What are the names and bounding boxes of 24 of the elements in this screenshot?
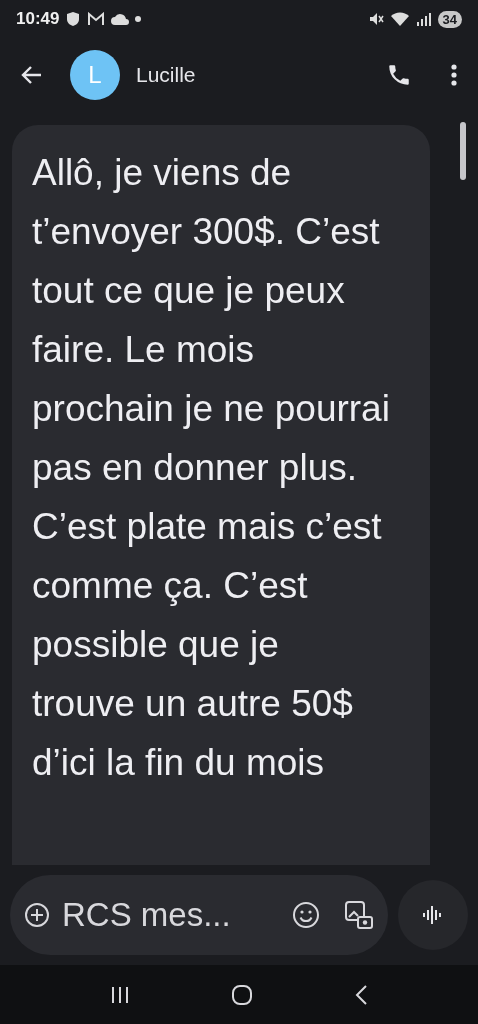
- mail-icon: [87, 12, 106, 26]
- waveform-icon: [422, 904, 444, 926]
- battery-level: 34: [437, 10, 462, 28]
- mute-icon: [367, 11, 384, 27]
- signal-icon: [415, 11, 432, 27]
- cloud-icon: [111, 13, 130, 25]
- add-icon[interactable]: [24, 902, 50, 928]
- phone-icon[interactable]: [386, 62, 412, 88]
- wifi-icon: [389, 11, 410, 27]
- more-icon[interactable]: [450, 63, 458, 87]
- contact-name: Lucille: [136, 63, 197, 87]
- back-nav-icon[interactable]: [353, 983, 368, 1006]
- clock: 10:49: [16, 9, 60, 29]
- contact-avatar[interactable]: L: [70, 50, 120, 100]
- message-field[interactable]: RCS mes...: [10, 875, 388, 955]
- home-icon[interactable]: [231, 983, 253, 1006]
- gallery-icon[interactable]: [344, 900, 374, 930]
- recents-icon[interactable]: [110, 985, 131, 1004]
- dot-icon: [135, 16, 142, 22]
- message-input[interactable]: RCS mes...: [60, 895, 282, 935]
- shield-icon: [65, 11, 82, 27]
- message-bubble: Allô, je viens de t’envoyer 300$. C’est tout ce que je peux faire. Le mois prochain je ne pourrai pas en donner plus. C’est plate mais c’est comme ça. C’est possible que je trouve un autre 50$ d’ici la fin du mois: [12, 125, 430, 865]
- scrollbar: [460, 122, 466, 180]
- emoji-icon[interactable]: [292, 901, 320, 929]
